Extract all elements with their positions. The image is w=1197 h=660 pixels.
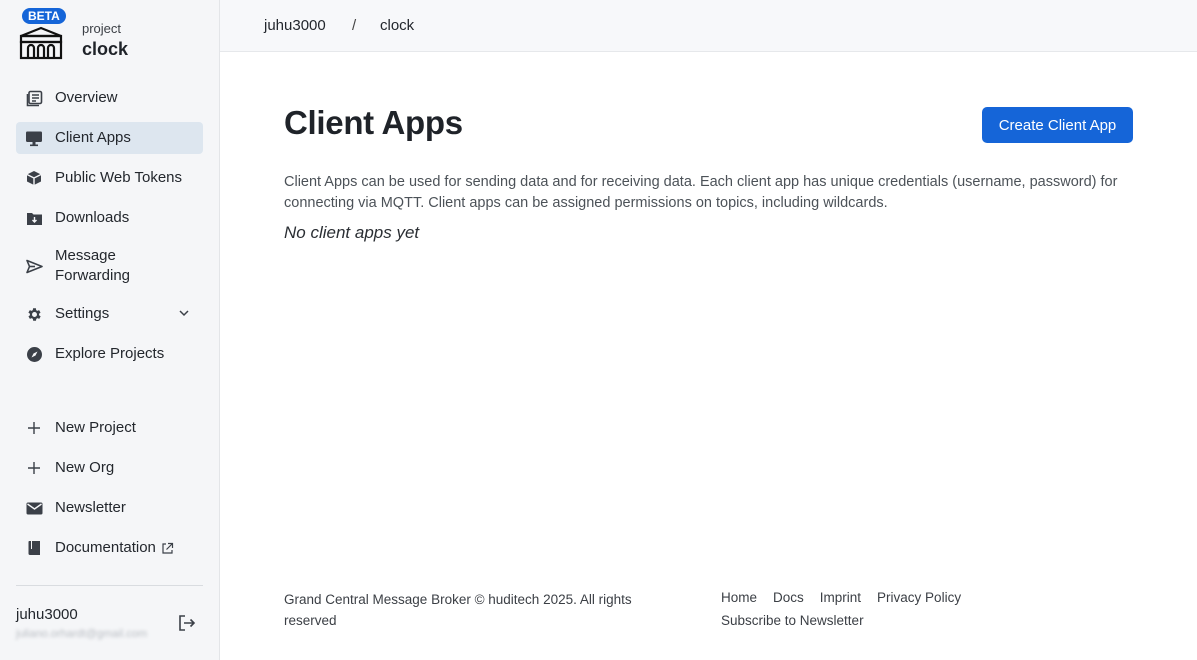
label-line-1: Message — [55, 247, 116, 264]
gear-icon — [25, 305, 43, 323]
sidebar-item-newsletter[interactable]: Newsletter — [16, 492, 203, 524]
footer-link-home[interactable]: Home — [721, 587, 757, 610]
sidebar-item-label: New Project — [55, 419, 136, 436]
footer-link-privacy[interactable]: Privacy Policy — [877, 587, 961, 610]
sidebar-item-public-web-tokens[interactable]: Public Web Tokens — [16, 162, 203, 194]
project-nav: Overview Client Apps Public Web Tokens D… — [16, 82, 203, 378]
sidebar-item-label: Message Forwarding — [55, 246, 130, 286]
send-icon — [25, 257, 43, 275]
user-name: juhu3000 — [16, 606, 78, 623]
sidebar-item-label: New Org — [55, 459, 115, 476]
beta-badge: BETA — [22, 8, 66, 24]
footer-copyright: Grand Central Message Broker © huditech … — [284, 592, 632, 628]
sidebar-item-label: Overview — [55, 89, 118, 106]
train-station-logo-icon — [19, 26, 63, 60]
chevron-down-icon[interactable] — [177, 306, 191, 320]
page-description: Client Apps can be used for sending data… — [284, 174, 1118, 211]
footer-links: Home Docs Imprint Privacy Policy Subscri… — [721, 587, 1021, 633]
sidebar-item-documentation[interactable]: Documentation — [16, 532, 203, 564]
sidebar-item-new-project[interactable]: New Project — [16, 412, 203, 444]
breadcrumb-org[interactable]: juhu3000 — [264, 17, 326, 34]
external-link-icon — [162, 542, 174, 554]
user-email: juliano.orhardt@gmail.com — [16, 628, 148, 640]
project-name: clock — [82, 39, 129, 59]
sidebar-item-label: Settings — [55, 305, 110, 322]
mail-icon — [25, 499, 43, 517]
sidebar-item-client-apps[interactable]: Client Apps — [16, 122, 203, 154]
footer-link-docs[interactable]: Docs — [773, 587, 804, 610]
cube-icon — [25, 169, 43, 187]
project-label: project — [82, 21, 122, 36]
sidebar-item-message-forwarding[interactable]: Message Forwarding — [16, 242, 203, 290]
sidebar-item-new-org[interactable]: New Org — [16, 452, 203, 484]
label-line-2: Forwarding — [55, 267, 131, 284]
breadcrumb-separator: / — [352, 17, 357, 34]
sidebar-divider — [16, 585, 203, 586]
monitor-icon — [25, 129, 43, 147]
sidebar-item-label: Explore Projects — [55, 345, 165, 362]
sidebar-item-explore-projects[interactable]: Explore Projects — [16, 338, 203, 370]
plus-icon — [25, 419, 43, 437]
sidebar-item-label: Client Apps — [55, 129, 131, 146]
compass-icon — [25, 345, 43, 363]
project-header[interactable]: BETA project clock — [18, 8, 218, 64]
sidebar-item-label: Documentation — [55, 539, 156, 556]
breadcrumb-project[interactable]: clock — [380, 17, 414, 34]
sidebar: BETA project clock Overview Client Apps … — [0, 0, 220, 660]
sidebar-item-settings[interactable]: Settings — [16, 298, 203, 330]
plus-icon — [25, 459, 43, 477]
sidebar-item-downloads[interactable]: Downloads — [16, 202, 203, 234]
logout-icon[interactable] — [177, 613, 197, 633]
breadcrumb: juhu3000 / clock — [220, 0, 1197, 52]
page-title: Client Apps — [284, 104, 463, 141]
create-client-app-button[interactable]: Create Client App — [982, 107, 1133, 143]
sidebar-item-label: Public Web Tokens — [55, 169, 183, 186]
sidebar-item-label: Downloads — [55, 209, 130, 226]
secondary-nav: New Project New Org Newsletter Documenta… — [16, 412, 203, 572]
footer-link-imprint[interactable]: Imprint — [820, 587, 861, 610]
overview-icon — [25, 89, 43, 107]
empty-state: No client apps yet — [284, 223, 420, 242]
sidebar-item-overview[interactable]: Overview — [16, 82, 203, 114]
download-folder-icon — [25, 209, 43, 227]
book-icon — [25, 539, 43, 557]
footer-link-subscribe[interactable]: Subscribe to Newsletter — [721, 610, 864, 633]
sidebar-item-label: Newsletter — [55, 499, 126, 516]
